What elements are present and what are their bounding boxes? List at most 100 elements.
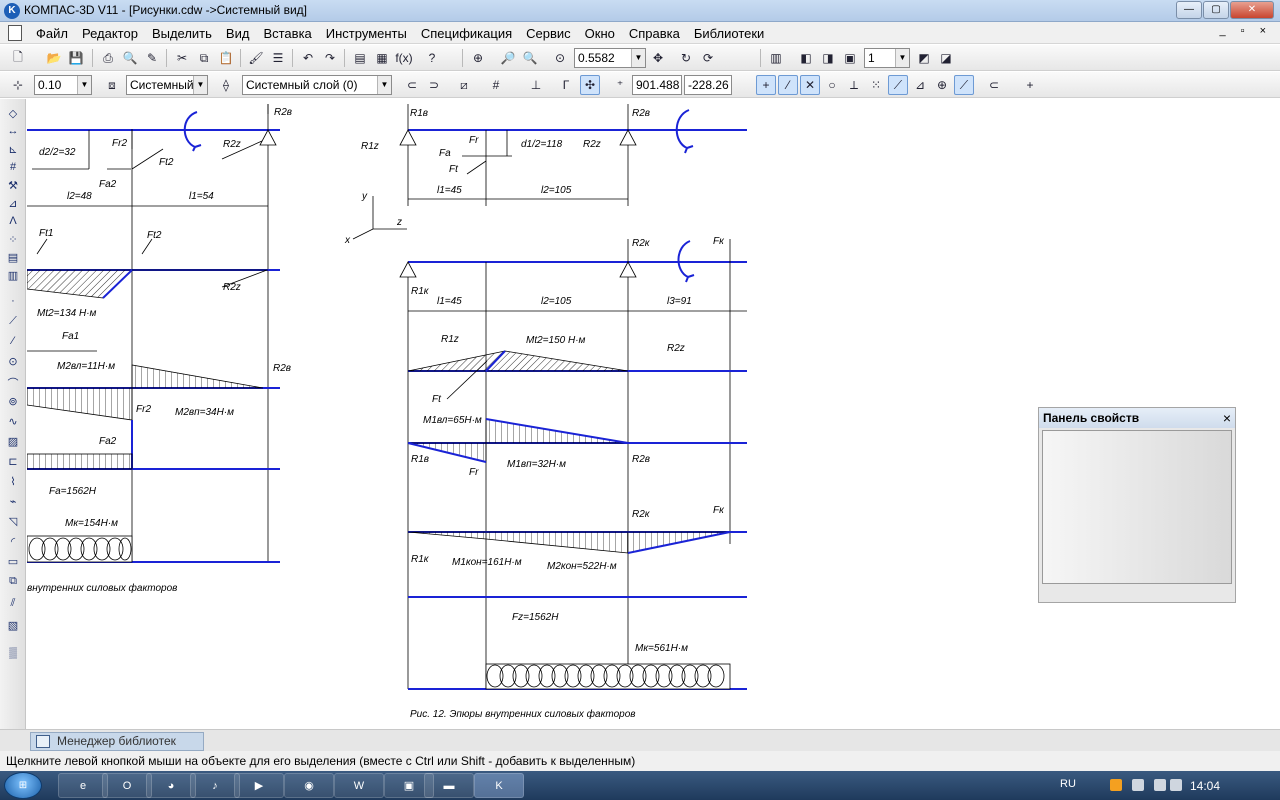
snap-magnet-icon[interactable]: ⊂	[984, 75, 1004, 95]
fill-icon[interactable]: ▧	[4, 619, 22, 635]
document-window-controls[interactable]: _ ▫ ×	[1219, 25, 1272, 37]
snap-normal-icon[interactable]: ⟂	[844, 75, 864, 95]
coord-y-field[interactable]: -228.26	[684, 75, 732, 95]
minimize-icon[interactable]: —	[1176, 1, 1202, 19]
rectangle-icon[interactable]: ▭	[4, 555, 22, 571]
print-icon[interactable]: ⎙	[98, 48, 118, 68]
menu-select[interactable]: Выделить	[152, 26, 212, 41]
step-field[interactable]: 0.10 ▼	[34, 75, 92, 95]
chevron-down-icon[interactable]: ▼	[895, 49, 909, 67]
local-cs-icon[interactable]: ⊥	[526, 75, 546, 95]
menu-view[interactable]: Вид	[226, 26, 250, 41]
zoom-scale-icon[interactable]: ⊙	[550, 48, 570, 68]
cut-icon[interactable]: ✂	[172, 48, 192, 68]
notation-icon[interactable]: ⊾	[4, 143, 22, 159]
menu-help[interactable]: Справка	[629, 26, 680, 41]
opera-icon[interactable]: O	[102, 773, 152, 798]
snap-center-icon[interactable]: ⊕	[932, 75, 952, 95]
cursor-coords-icon[interactable]: ⁺	[610, 75, 630, 95]
spec-icon[interactable]: ▤	[4, 251, 22, 267]
zoom-in-icon[interactable]: 🔎	[498, 48, 518, 68]
point-icon[interactable]: ·	[4, 295, 22, 311]
equidistant-icon[interactable]: ⫽	[4, 597, 22, 613]
chrome-icon[interactable]: ◉	[284, 773, 334, 798]
layers-icon[interactable]: ▥	[766, 48, 786, 68]
magnet-settings-icon[interactable]: ⊃	[424, 75, 444, 95]
snap-icon[interactable]: ✣	[580, 75, 600, 95]
open-icon[interactable]: 📂	[44, 48, 64, 68]
copy-icon[interactable]: ⧉	[194, 48, 214, 68]
snap-grid-icon[interactable]: ⁙	[866, 75, 886, 95]
layer-select[interactable]: Системный слой (0) ▼	[242, 75, 392, 95]
redo-icon[interactable]: ↷	[320, 48, 340, 68]
manager-icon[interactable]: ▤	[350, 48, 370, 68]
undo-icon[interactable]: ↶	[298, 48, 318, 68]
snap-menu-icon[interactable]: +	[1020, 75, 1040, 95]
paste-icon[interactable]: 📋	[216, 48, 236, 68]
grid-icon[interactable]: #	[486, 75, 506, 95]
ortho-icon[interactable]: ⧄	[454, 75, 474, 95]
ie-icon[interactable]: e	[58, 773, 108, 798]
menu-tools[interactable]: Инструменты	[326, 26, 407, 41]
ellipse-icon[interactable]: ⊚	[4, 395, 22, 411]
zoom-all-icon[interactable]: ⊕	[468, 48, 488, 68]
coord-x-field[interactable]: 901.488	[632, 75, 682, 95]
edit-icon[interactable]: #	[4, 161, 22, 177]
menu-window[interactable]: Окно	[585, 26, 615, 41]
firefox-icon[interactable]: ◕	[146, 773, 196, 798]
bezier-icon[interactable]: ⌁	[4, 495, 22, 511]
menu-insert[interactable]: Вставка	[263, 26, 311, 41]
menu-service[interactable]: Сервис	[526, 26, 571, 41]
refresh-icon[interactable]: ↻	[676, 48, 696, 68]
associative-icon[interactable]: ⁘	[4, 233, 22, 249]
snap-angle-icon[interactable]: ⟋	[888, 75, 908, 95]
measure-icon[interactable]: ⊿	[4, 197, 22, 213]
chevron-down-icon[interactable]: ▼	[631, 49, 645, 67]
layer-settings-icon[interactable]: ◩	[914, 48, 934, 68]
ortho-mode-icon[interactable]: Γ	[556, 75, 576, 95]
reports-icon[interactable]: ▥	[4, 269, 22, 285]
format-painter-icon[interactable]: 🖌	[246, 48, 266, 68]
geometry-icon[interactable]: ◇	[4, 107, 22, 123]
clock[interactable]: 14:04	[1190, 779, 1220, 793]
document-icon[interactable]	[8, 25, 22, 41]
fillet-icon[interactable]: ◜	[4, 535, 22, 551]
variables-icon[interactable]: ▦	[372, 48, 392, 68]
menu-libraries[interactable]: Библиотеки	[694, 26, 764, 41]
menu-specification[interactable]: Спецификация	[421, 26, 512, 41]
close-icon[interactable]: ✕	[1230, 1, 1274, 19]
menu-file[interactable]: Файл	[36, 26, 68, 41]
chevron-down-icon[interactable]: ▼	[77, 76, 91, 94]
layer-prev-icon[interactable]: ◧	[796, 48, 816, 68]
word-icon[interactable]: W	[334, 773, 384, 798]
circle-icon[interactable]: ⊙	[4, 355, 22, 371]
layer-state-icon[interactable]: ◪	[936, 48, 956, 68]
player-icon[interactable]: ▶	[234, 773, 284, 798]
zoom-field[interactable]: 0.5582 ▼	[574, 48, 646, 68]
line-icon[interactable]: ⟋	[4, 315, 22, 331]
layer-number-field[interactable]: 1 ▼	[864, 48, 910, 68]
layer-copy-icon[interactable]: ▣	[840, 48, 860, 68]
maximize-icon[interactable]: ▢	[1203, 1, 1229, 19]
regenerate-icon[interactable]: ⟳	[698, 48, 718, 68]
snap-intersection-icon[interactable]: ✕	[800, 75, 820, 95]
chevron-down-icon[interactable]: ▼	[193, 76, 207, 94]
tray-network-icon[interactable]	[1132, 779, 1144, 791]
media-icon[interactable]: ♪	[190, 773, 240, 798]
layer-state-icon[interactable]: ⟠	[216, 75, 236, 95]
selection-icon[interactable]: Λ	[4, 215, 22, 231]
library-manager-tab[interactable]: Менеджер библиотек	[30, 732, 204, 751]
snap-tangent-icon[interactable]: ○	[822, 75, 842, 95]
collect-contour-icon[interactable]: ⧉	[4, 575, 22, 591]
print-preview-icon[interactable]: 🔍	[120, 48, 140, 68]
view-select[interactable]: Системный ▼	[126, 75, 208, 95]
snap-parallel-icon[interactable]: ⊿	[910, 75, 930, 95]
function-icon[interactable]: f(x)	[394, 48, 414, 68]
new-document-icon[interactable]: 🗋	[8, 48, 28, 68]
chamfer-icon[interactable]: ◹	[4, 515, 22, 531]
grid-step-icon[interactable]: ⊹	[8, 75, 28, 95]
folder-icon[interactable]: ▬	[424, 773, 474, 798]
language-indicator[interactable]: RU	[1060, 778, 1076, 790]
help-icon[interactable]: ?	[422, 48, 442, 68]
start-button[interactable]: ⊞	[4, 772, 42, 799]
